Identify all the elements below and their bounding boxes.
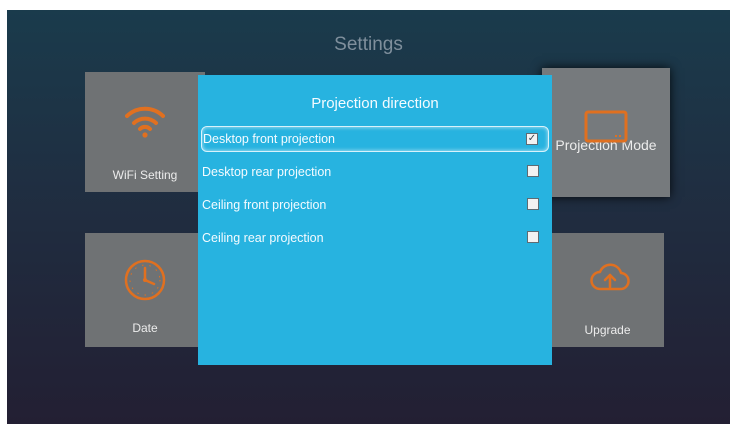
projector-screen-icon — [584, 110, 628, 147]
option-label: Desktop rear projection — [202, 165, 332, 179]
upgrade-tile[interactable]: Upgrade — [551, 233, 664, 347]
wifi-icon — [125, 104, 165, 141]
option-label: Desktop front projection — [203, 132, 336, 146]
wifi-setting-tile[interactable]: WiFi Setting — [85, 72, 205, 192]
settings-title: Settings — [334, 34, 403, 55]
option-label: Ceiling rear projection — [202, 231, 324, 245]
option-ceiling-rear-projection[interactable]: Ceiling rear projection — [201, 225, 549, 251]
option-desktop-front-projection[interactable]: Desktop front projection ✓ — [201, 126, 549, 152]
option-ceiling-front-projection[interactable]: Ceiling front projection — [201, 192, 549, 218]
upgrade-label: Upgrade — [584, 323, 631, 337]
dialog-title: Projection direction — [311, 95, 439, 112]
wifi-setting-label: WiFi Setting — [112, 168, 178, 182]
projection-direction-dialog: Projection direction Desktop front proje… — [198, 75, 552, 365]
checkbox-unchecked-icon[interactable] — [527, 165, 539, 177]
checkbox-unchecked-icon[interactable] — [527, 231, 539, 243]
cloud-upload-icon — [590, 261, 630, 296]
checkbox-unchecked-icon[interactable] — [527, 198, 539, 210]
clock-icon — [120, 255, 170, 308]
settings-screen: Settings WiFi Setting Date Projection Mo… — [7, 10, 730, 424]
option-label: Ceiling front projection — [202, 198, 327, 212]
projection-mode-tile[interactable]: Projection Mode — [542, 68, 670, 197]
date-label: Date — [132, 321, 158, 335]
date-tile[interactable]: Date — [85, 233, 205, 347]
checkbox-checked-icon[interactable]: ✓ — [526, 133, 538, 145]
option-desktop-rear-projection[interactable]: Desktop rear projection — [201, 159, 549, 185]
